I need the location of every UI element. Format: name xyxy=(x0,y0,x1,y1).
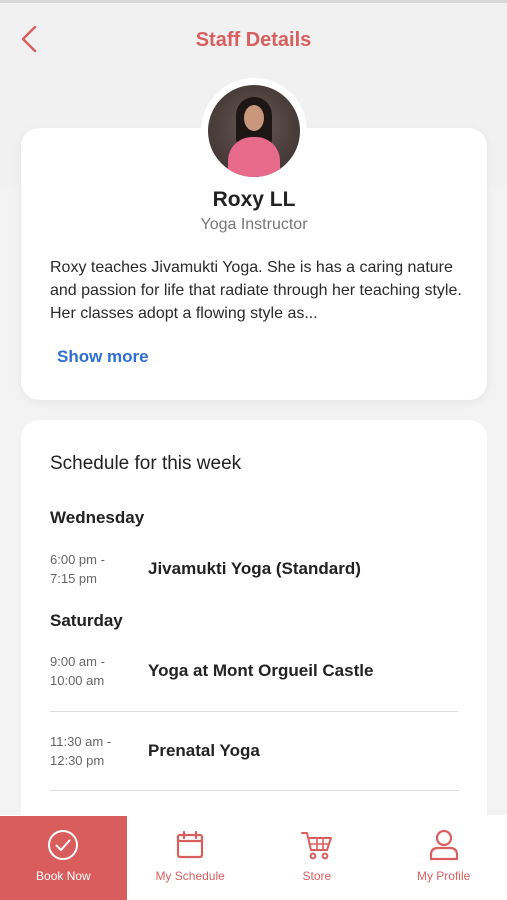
page-title: Staff Details xyxy=(195,29,312,51)
show-more-link[interactable]: Show more xyxy=(57,347,149,367)
class-time: 11:30 am - 12:30 pm xyxy=(50,732,130,770)
staff-role: Yoga Instructor xyxy=(200,216,308,233)
nav-my-schedule[interactable]: My Schedule xyxy=(127,816,254,900)
staff-bio: Roxy teaches Jivamukti Yoga. She is has … xyxy=(50,259,462,322)
class-name: Prenatal Yoga xyxy=(148,741,260,760)
calendar-icon xyxy=(173,828,207,862)
staff-name: Roxy LL xyxy=(212,188,296,211)
header: Staff Details xyxy=(0,3,507,75)
schedule-title: Schedule for this week xyxy=(50,453,242,474)
nav-label: My Profile xyxy=(416,869,471,883)
class-row[interactable]: 6:00 pm - 7:15 pm Jivamukti Yoga (Standa… xyxy=(50,550,458,610)
day-heading: Saturday xyxy=(50,611,123,630)
avatar xyxy=(208,85,300,177)
bottom-nav: Book Now My Schedule Store My Profile xyxy=(0,816,507,900)
nav-store[interactable]: Store xyxy=(254,816,381,900)
class-start-time: 9:00 am - xyxy=(50,654,105,669)
class-end-time: 12:30 pm xyxy=(50,753,105,768)
divider xyxy=(50,790,458,791)
avatar-frame xyxy=(201,78,307,184)
divider xyxy=(50,711,458,712)
class-end-time: 7:15 pm xyxy=(50,571,97,586)
nav-label: Store xyxy=(302,869,332,883)
day-heading: Wednesday xyxy=(50,508,145,527)
nav-my-profile[interactable]: My Profile xyxy=(380,816,507,900)
class-name: Jivamukti Yoga (Standard) xyxy=(148,559,361,578)
class-start-time: 11:30 am - xyxy=(50,734,112,749)
class-row[interactable]: 11:30 am - 12:30 pm Prenatal Yoga xyxy=(50,732,458,792)
schedule-card: Schedule for this week Wednesday 6:00 pm… xyxy=(21,420,487,820)
nav-label: Book Now xyxy=(36,869,91,883)
cart-icon xyxy=(300,828,334,862)
class-time: 6:00 pm - 7:15 pm xyxy=(50,550,130,588)
nav-label: My Schedule xyxy=(155,869,225,883)
class-time: 9:00 am - 10:00 am xyxy=(50,652,130,690)
class-name: Yoga at Mont Orgueil Castle xyxy=(148,661,374,680)
check-circle-icon xyxy=(46,828,80,862)
class-end-time: 10:00 am xyxy=(50,673,105,688)
class-row[interactable]: 9:00 am - 10:00 am Yoga at Mont Orgueil … xyxy=(50,652,458,712)
user-icon xyxy=(427,828,461,862)
class-start-time: 6:00 pm - xyxy=(50,552,105,567)
nav-book-now[interactable]: Book Now xyxy=(0,816,127,900)
